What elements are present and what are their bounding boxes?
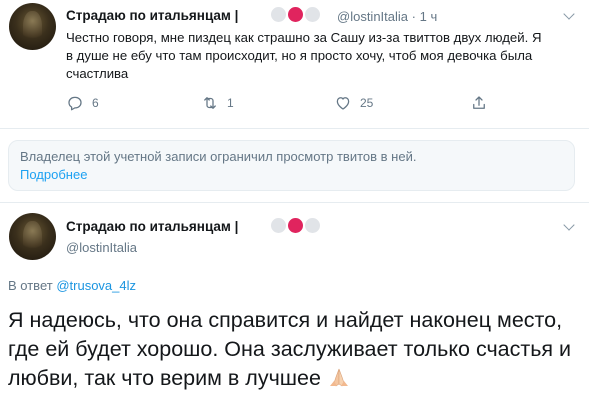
retweet-icon <box>204 97 216 109</box>
folded-hands-icon <box>329 368 348 387</box>
tweet-text: Честно говоря, мне пиздец как страшно за… <box>66 30 542 81</box>
reply-icon <box>68 96 82 111</box>
avatar[interactable] <box>9 213 56 260</box>
chevron-down-icon[interactable] <box>563 219 575 231</box>
protected-notice: Владелец этой учетной записи ограничил п… <box>8 140 575 191</box>
retweet-count: 1 <box>227 96 234 110</box>
like-count: 25 <box>360 96 374 110</box>
tweet-text-large: Я надеюсь, что она справится и найдет на… <box>8 306 583 393</box>
author-name[interactable]: Страдаю по итальянцам | <box>66 8 238 23</box>
reply-context: В ответ @trusova_4lz <box>8 278 136 293</box>
reply-count: 6 <box>92 96 99 110</box>
retweet-button[interactable]: 1 <box>201 94 234 112</box>
red-circle-icon <box>288 7 303 22</box>
gray-circle-icon <box>305 7 320 22</box>
divider <box>0 128 589 129</box>
tweet-1[interactable]: Страдаю по итальянцам | @lostinItalia · … <box>0 0 589 128</box>
red-circle-icon <box>288 218 303 233</box>
gray-circle-icon <box>271 7 286 22</box>
divider <box>0 202 589 203</box>
reply-prefix: В ответ <box>8 278 53 293</box>
tweet-time[interactable]: 1 ч <box>420 9 438 24</box>
author-handle[interactable]: @lostinItalia <box>66 240 137 255</box>
like-icon <box>336 97 350 110</box>
name-emoji-dots <box>271 7 320 22</box>
separator-dot: · <box>411 9 416 24</box>
share-button[interactable] <box>470 94 488 112</box>
gray-circle-icon <box>271 218 286 233</box>
author-handle[interactable]: @lostinItalia <box>337 9 408 24</box>
avatar[interactable] <box>9 3 56 50</box>
name-emoji-dots <box>271 218 320 233</box>
learn-more-link[interactable]: Подробнее <box>20 166 563 184</box>
tweet-text: Я надеюсь, что она справится и найдет на… <box>8 308 572 390</box>
reply-to-handle[interactable]: @trusova_4lz <box>56 278 136 293</box>
chevron-down-icon[interactable] <box>563 8 575 20</box>
tweet-meta-cut <box>8 408 12 418</box>
share-icon <box>473 96 485 109</box>
author-name[interactable]: Страдаю по итальянцам | <box>66 219 238 234</box>
gray-circle-icon <box>305 218 320 233</box>
tweet-actions: 6 1 25 <box>66 94 506 114</box>
handle-and-time: @lostinItalia · 1 ч <box>337 9 437 24</box>
notice-text: Владелец этой учетной записи ограничил п… <box>20 149 417 164</box>
like-button[interactable]: 25 <box>334 94 373 112</box>
reply-button[interactable]: 6 <box>66 94 99 112</box>
